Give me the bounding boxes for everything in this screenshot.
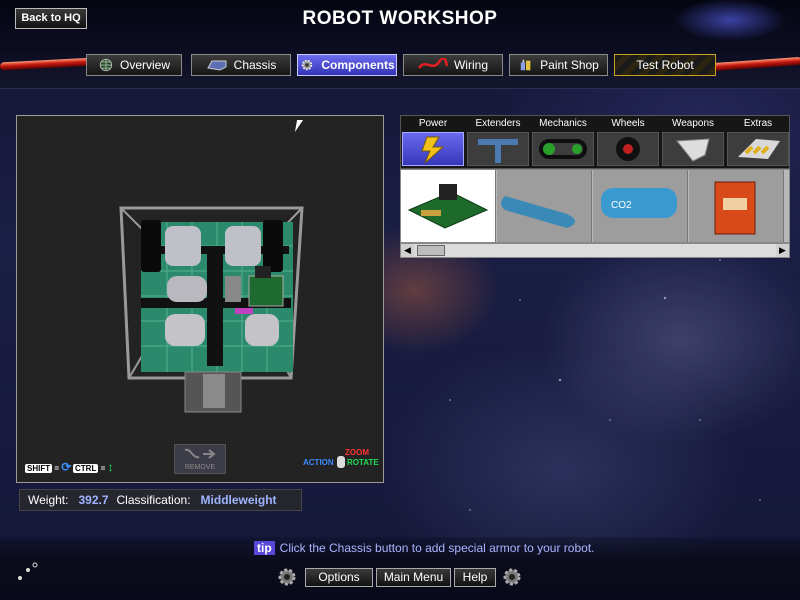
rotate-label: ROTATE [347, 458, 379, 467]
blue-tank-icon [501, 196, 575, 228]
vertical-arrow-icon: ↕ [107, 460, 114, 474]
scroll-left-arrow[interactable]: ◀ [401, 244, 414, 257]
category-mechanics[interactable]: Mechanics [531, 116, 595, 168]
wheel-icon [616, 137, 640, 161]
ctrl-move-hint: CTRL = ↕ [73, 460, 114, 474]
gear-icon [278, 568, 296, 586]
circuit-board-part[interactable] [401, 170, 496, 242]
battery-icon [714, 181, 756, 235]
tab-label: Chassis [233, 58, 277, 72]
blade-icon [676, 138, 710, 162]
category-label: Weapons [671, 118, 715, 129]
category-extenders[interactable]: Extenders [466, 116, 530, 168]
tab-label: Paint Shop [540, 58, 599, 72]
scroll-right-arrow[interactable]: ▶ [776, 244, 789, 257]
wire-icon [417, 58, 448, 69]
category-label: Extras [743, 118, 773, 129]
weight-label: Weight: [28, 493, 69, 507]
tab-label: Wiring [453, 58, 488, 72]
main-menu-button[interactable]: Main Menu [376, 568, 451, 587]
cable-decoration-left [0, 57, 96, 71]
tab-label: Test Robot [636, 58, 694, 72]
hazard-plate-icon [738, 139, 780, 159]
tab-wiring[interactable]: Wiring [403, 54, 503, 76]
co2-tank-icon: CO2 [601, 188, 677, 218]
rotate-arrow-icon: ⟳ [61, 460, 72, 474]
remove-button[interactable]: REMOVE [174, 444, 226, 474]
gear-icon [302, 59, 313, 71]
network-status-icon [18, 562, 38, 580]
battery-part[interactable] [689, 170, 784, 242]
tab-test-robot[interactable]: Test Robot [614, 54, 716, 76]
parts-list: CO2 [400, 169, 790, 243]
tab-label: Components [321, 58, 395, 72]
remove-arrow-icon [184, 448, 216, 459]
co2-tank-part[interactable]: CO2 [593, 170, 688, 242]
blue-tank-part[interactable] [497, 170, 592, 242]
tip-badge: tip [254, 541, 275, 555]
tip-text: Click the Chassis button to add special … [279, 541, 595, 555]
remove-label: REMOVE [184, 464, 216, 471]
zoom-label: ZOOM [345, 448, 369, 457]
chassis-icon [206, 60, 227, 71]
action-label: ACTION [303, 458, 334, 467]
t-extender-icon [478, 139, 518, 163]
circuit-board-icon [407, 184, 489, 229]
robot-status-bar: Weight: 392.7 Classification: Middleweig… [19, 489, 302, 511]
tip-message: tip Click the Chassis button to add spec… [254, 541, 595, 555]
co2-label: CO2 [611, 200, 632, 211]
ctrl-key-label: CTRL [73, 464, 99, 473]
tab-components[interactable]: Components [297, 54, 397, 76]
classification-label: Classification: [116, 493, 191, 507]
classification-value: Middleweight [200, 493, 277, 507]
shift-rotate-hint: SHIFT = ⟳ [25, 460, 72, 474]
category-weapons[interactable]: Weapons [661, 116, 725, 168]
lightning-icon [421, 136, 445, 164]
robot-3d-viewport[interactable]: SHIFT = ⟳ CTRL = ↕ ZOOM ACTION ROTATE [16, 115, 384, 483]
tab-paint-shop[interactable]: Paint Shop [509, 54, 608, 76]
category-label: Wheels [611, 118, 645, 129]
mouse-icon [337, 456, 345, 468]
component-category-panel: Power Extenders Mechanics Wheels Weapons… [400, 115, 790, 169]
scroll-thumb[interactable] [417, 245, 445, 256]
paint-cans-icon [520, 59, 531, 71]
shift-key-label: SHIFT [25, 464, 53, 473]
parts-scrollbar[interactable]: ◀ ▶ [400, 243, 790, 258]
category-power[interactable]: Power [401, 116, 465, 168]
robot-model [119, 206, 304, 413]
options-button[interactable]: Options [305, 568, 373, 587]
category-extras[interactable]: Extras [726, 116, 790, 168]
weight-value: 392.7 [78, 493, 109, 507]
category-label: Extenders [475, 118, 521, 129]
category-wheels[interactable]: Wheels [596, 116, 660, 168]
category-label: Mechanics [539, 118, 587, 129]
gear-icon [503, 568, 521, 586]
globe-icon [99, 58, 113, 72]
mouse-controls-legend: ZOOM ACTION ROTATE [303, 448, 383, 476]
page-title: ROBOT WORKSHOP [302, 8, 498, 29]
chain-drive-icon [539, 139, 587, 159]
tab-label: Overview [119, 58, 170, 72]
help-button[interactable]: Help [454, 568, 496, 587]
tab-chassis[interactable]: Chassis [191, 54, 291, 76]
tab-overview[interactable]: Overview [86, 54, 182, 76]
category-label: Power [418, 118, 448, 129]
